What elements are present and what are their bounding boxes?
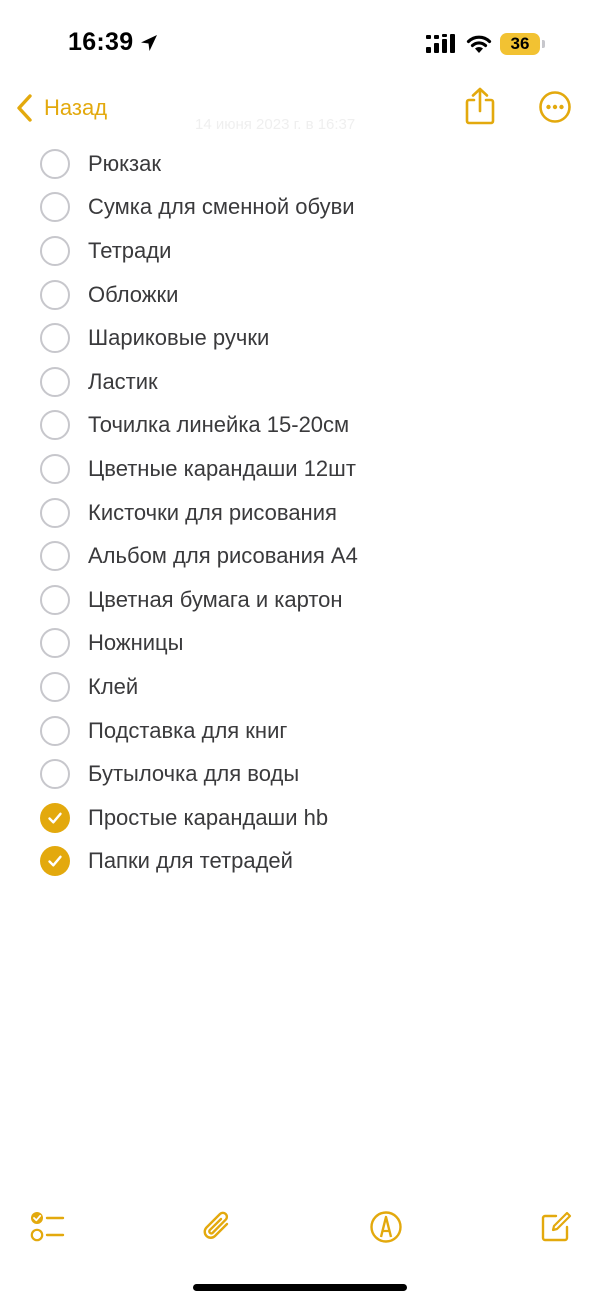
checklist-item: Обложки <box>40 273 580 317</box>
note-date: 14 июня 2023 г. в 16:37 <box>195 116 356 133</box>
cellular-signal-icon <box>426 34 455 53</box>
checklist-item-label[interactable]: Обложки <box>88 282 178 308</box>
checklist-item-label[interactable]: Простые карандаши hb <box>88 805 328 831</box>
home-indicator <box>193 1284 407 1291</box>
checklist-item-label[interactable]: Цветная бумага и картон <box>88 587 343 613</box>
checklist-item: Точилка линейка 15-20см <box>40 404 580 448</box>
checklist-item-label[interactable]: Альбом для рисования А4 <box>88 543 358 569</box>
back-label: Назад <box>44 95 108 120</box>
checkbox[interactable] <box>40 453 70 484</box>
checklist: Рюкзак Сумка для сменной обуви Тетради О… <box>40 142 580 883</box>
checklist-item-label[interactable]: Подставка для книг <box>88 718 287 744</box>
attachment-icon[interactable] <box>198 1207 238 1247</box>
checklist-item: Подставка для книг <box>40 709 580 753</box>
checklist-item: Ластик <box>40 360 580 404</box>
battery-level: 36 <box>510 34 530 53</box>
checkbox[interactable] <box>40 541 70 572</box>
checklist-item: Шариковые ручки <box>40 316 580 360</box>
checkbox[interactable] <box>40 323 70 354</box>
checkbox[interactable] <box>40 192 70 223</box>
location-arrow-icon <box>141 35 157 51</box>
checklist-icon[interactable] <box>28 1207 68 1247</box>
checklist-item-label[interactable]: Ластик <box>88 369 158 395</box>
checkbox[interactable] <box>40 628 70 659</box>
checklist-item: Ножницы <box>40 622 580 666</box>
back-button[interactable]: Назад <box>14 88 107 128</box>
share-icon[interactable] <box>462 86 498 126</box>
checklist-item-label[interactable]: Сумка для сменной обуви <box>88 194 355 220</box>
checkbox[interactable] <box>40 715 70 746</box>
status-bar: 16:39 36 <box>0 0 600 90</box>
checkbox[interactable] <box>40 671 70 702</box>
checklist-item: Кисточки для рисования <box>40 491 580 535</box>
checklist-item: Альбом для рисования А4 <box>40 534 580 578</box>
checklist-item: Цветные карандаши 12шт <box>40 447 580 491</box>
checklist-item: Простые карандаши hb <box>40 796 580 840</box>
checklist-item-label[interactable]: Цветные карандаши 12шт <box>88 456 356 482</box>
checklist-item: Папки для тетрадей <box>40 840 580 884</box>
checkbox[interactable] <box>40 148 70 179</box>
checkmark-icon <box>48 812 62 824</box>
checklist-item-label[interactable]: Клей <box>88 674 138 700</box>
checklist-item-label[interactable]: Папки для тетрадей <box>88 848 293 874</box>
chevron-left-icon <box>17 94 32 122</box>
checkbox[interactable] <box>40 366 70 397</box>
compose-icon[interactable] <box>536 1207 576 1247</box>
checklist-item-label[interactable]: Шариковые ручки <box>88 325 269 351</box>
checkbox[interactable] <box>40 235 70 266</box>
more-icon[interactable] <box>538 90 572 124</box>
checklist-item-label[interactable]: Тетради <box>88 238 171 264</box>
battery-cap <box>542 40 545 48</box>
markup-icon[interactable] <box>366 1207 406 1247</box>
checklist-item: Тетради <box>40 229 580 273</box>
battery-icon: 36 <box>500 33 540 55</box>
checkbox[interactable] <box>40 802 70 833</box>
checkbox[interactable] <box>40 584 70 615</box>
checklist-item-label[interactable]: Ножницы <box>88 630 183 656</box>
checkbox[interactable] <box>40 410 70 441</box>
checkbox[interactable] <box>40 497 70 528</box>
checklist-item: Сумка для сменной обуви <box>40 186 580 230</box>
checkbox[interactable] <box>40 759 70 790</box>
checkbox[interactable] <box>40 279 70 310</box>
checkmark-icon <box>48 855 62 867</box>
checklist-item: Рюкзак <box>40 142 580 186</box>
checkbox[interactable] <box>40 846 70 877</box>
checklist-item-label[interactable]: Точилка линейка 15-20см <box>88 412 349 438</box>
status-time: 16:39 <box>68 28 134 56</box>
wifi-icon <box>466 35 492 53</box>
checklist-item: Цветная бумага и картон <box>40 578 580 622</box>
checklist-item-label[interactable]: Кисточки для рисования <box>88 500 337 526</box>
checklist-item-label[interactable]: Рюкзак <box>88 151 161 177</box>
checklist-item: Бутылочка для воды <box>40 752 580 796</box>
checklist-item: Клей <box>40 665 580 709</box>
checklist-item-label[interactable]: Бутылочка для воды <box>88 761 299 787</box>
